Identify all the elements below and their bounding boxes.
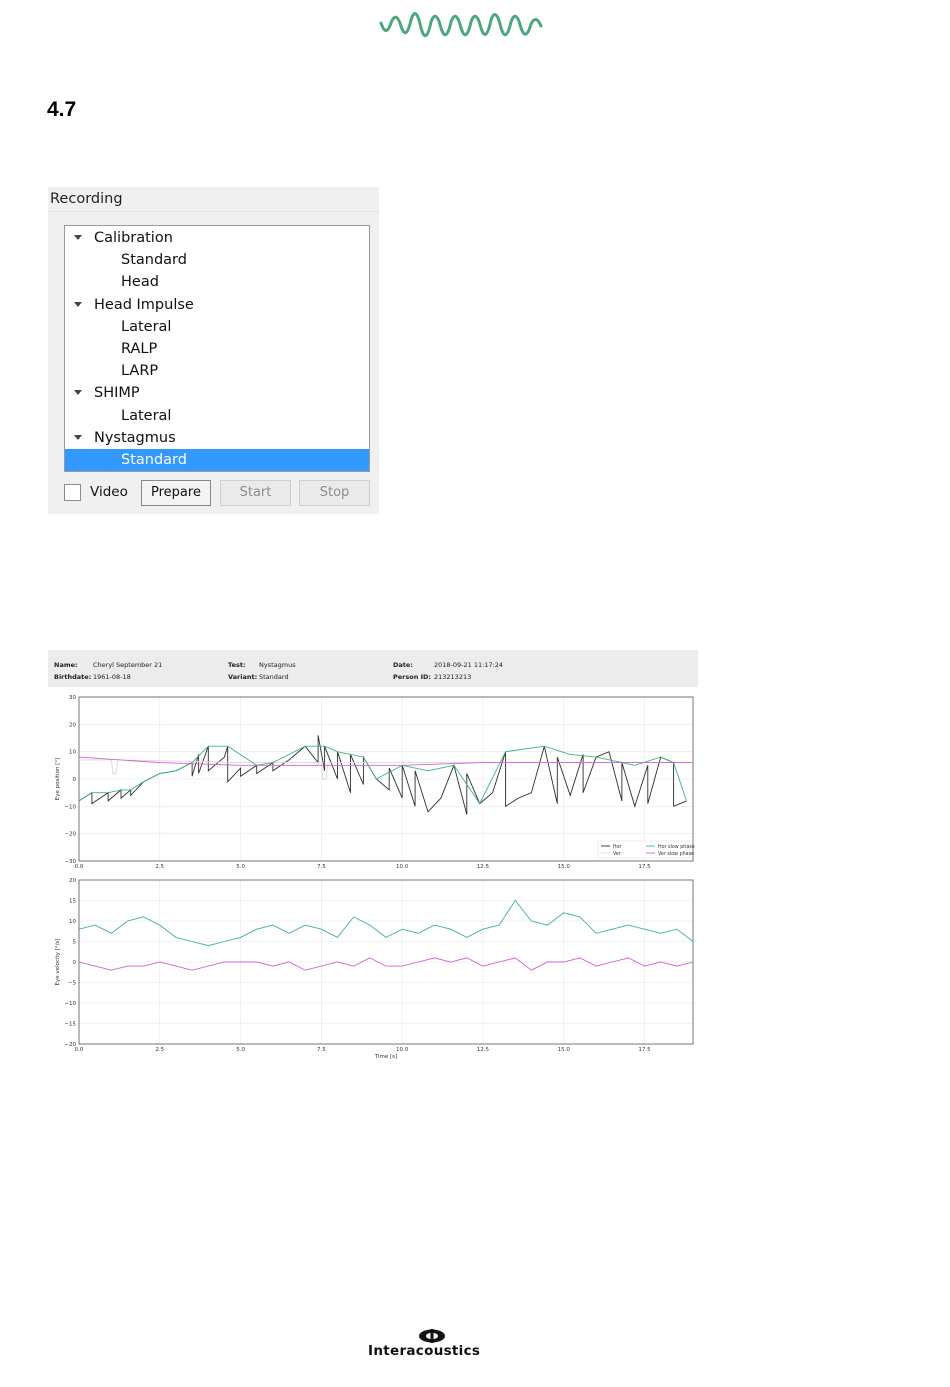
tree-item-label: Nystagmus <box>94 429 176 446</box>
legend-label: Ver slow phase <box>658 851 694 857</box>
x-tick-label: 10.0 <box>396 1047 409 1053</box>
x-tick-label: 12.5 <box>477 864 490 870</box>
tree-item-label: LARP <box>121 363 159 380</box>
brand-name: Interacoustics <box>368 1343 481 1359</box>
y-tick-label: −15 <box>64 1022 76 1028</box>
stop-button[interactable]: Stop <box>299 480 370 506</box>
video-label: Video <box>90 484 128 500</box>
tree-item[interactable]: Standard <box>65 249 369 271</box>
y-tick-label: 5 <box>73 940 77 946</box>
y-tick-label: 20 <box>69 722 76 728</box>
y-axis-label: Eye position [°] <box>55 758 61 800</box>
tree-item-label: RALP <box>121 341 158 357</box>
tree-item[interactable]: Lateral <box>65 316 369 338</box>
birthdate-value: 1961-08-18 <box>93 673 131 681</box>
divider <box>48 211 379 212</box>
tree-item-label: Standard <box>121 252 187 269</box>
recording-tree[interactable]: Calibration Standard Head Head Impulse Later… <box>64 225 370 472</box>
video-checkbox[interactable] <box>64 484 81 501</box>
y-tick-label: 30 <box>69 695 76 701</box>
x-tick-label: 5.0 <box>236 864 245 870</box>
test-label: Test: <box>228 661 246 669</box>
tree-item-label: Lateral <box>121 318 172 335</box>
tree-item-label: Head Impulse <box>94 296 194 313</box>
x-tick-label: 10.0 <box>396 864 409 870</box>
series-line-hor <box>78 735 687 815</box>
x-tick-label: 17.5 <box>638 1047 651 1053</box>
name-label: Name: <box>54 661 78 669</box>
tree-item[interactable]: Lateral <box>65 405 369 427</box>
y-tick-label: 15 <box>69 899 76 905</box>
x-axis-label: Time [s] <box>374 1054 397 1060</box>
tree-item-label: Head <box>121 274 159 291</box>
x-tick-label: 2.5 <box>155 864 164 870</box>
tree-item-label: Lateral <box>121 407 172 424</box>
person-id-label: Person ID: <box>393 673 432 681</box>
report-header: Name: Cheryl September 21 Birthdate: 196… <box>48 650 698 687</box>
y-tick-label: 20 <box>69 878 76 884</box>
expand-arrow-icon[interactable] <box>74 301 82 307</box>
x-tick-label: 5.0 <box>236 1047 245 1053</box>
test-value: Nystagmus <box>259 661 296 669</box>
tree-item[interactable]: Standard <box>65 449 369 471</box>
y-axis-label: Eye velocity [°/s] <box>55 939 61 986</box>
y-tick-label: −10 <box>64 804 76 810</box>
series-line-hor-slow-phase <box>78 745 687 805</box>
recording-title: Recording <box>50 191 123 207</box>
tree-item[interactable]: Head <box>65 271 369 293</box>
tree-item[interactable]: SHIMP <box>65 382 369 404</box>
tree-item-label: SHIMP <box>94 385 140 402</box>
recording-panel: Recording Calibration Standard Head Head Im… <box>48 187 379 514</box>
x-tick-label: 7.5 <box>317 1047 326 1053</box>
birthdate-label: Birthdate: <box>54 673 92 681</box>
expand-arrow-icon[interactable] <box>74 434 82 440</box>
legend-label: Hor slow phase <box>658 844 695 850</box>
start-button[interactable]: Start <box>220 480 291 506</box>
y-tick-label: −10 <box>64 1001 76 1007</box>
nystagmus-report: Name: Cheryl September 21 Birthdate: 196… <box>48 650 700 1068</box>
section-number: 4.7 <box>47 98 77 121</box>
tree-item-label: Calibration <box>94 230 173 246</box>
tree-item[interactable]: RALP <box>65 338 369 360</box>
x-tick-label: 0.0 <box>75 1047 84 1053</box>
y-tick-label: −5 <box>68 981 77 987</box>
x-tick-label: 15.0 <box>558 1047 571 1053</box>
prepare-button[interactable]: Prepare <box>141 480 211 506</box>
eye-movement-charts: 3020100−10−20−300.0 2.5 5.0 7.5 10.0 12.5 15.0… <box>55 695 695 1060</box>
series-line-hor-slow-phase <box>78 899 694 947</box>
x-tick-label: 2.5 <box>155 1047 164 1053</box>
tree-item[interactable]: LARP <box>65 360 369 382</box>
y-tick-label: 10 <box>69 919 76 925</box>
variant-value: Standard <box>259 673 289 681</box>
tree-item[interactable]: Head Impulse <box>65 294 369 316</box>
expand-arrow-icon[interactable] <box>74 390 82 396</box>
x-tick-label: 17.5 <box>638 864 651 870</box>
x-tick-label: 12.5 <box>477 1047 490 1053</box>
y-tick-label: 0 <box>73 777 77 783</box>
date-value: 2018-09-21 11:17:24 <box>434 661 504 669</box>
legend-label: Hor <box>613 844 622 850</box>
x-tick-label: 15.0 <box>558 864 571 870</box>
date-label: Date: <box>393 661 413 669</box>
variant-label: Variant: <box>228 673 258 681</box>
x-tick-label: 7.5 <box>317 864 326 870</box>
waveform-logo-icon <box>379 12 543 38</box>
expand-arrow-icon[interactable] <box>74 235 82 240</box>
y-tick-label: −20 <box>64 832 76 838</box>
tree-item-label: Standard <box>121 452 187 468</box>
y-tick-label: 10 <box>69 750 76 756</box>
series-line-ver-slow-phase <box>78 957 694 971</box>
legend-label: Ver <box>613 851 621 857</box>
name-value: Cheryl September 21 <box>93 661 163 669</box>
x-tick-label: 0.0 <box>75 864 84 870</box>
y-tick-label: 0 <box>73 960 77 966</box>
person-id-value: 213213213 <box>434 673 472 681</box>
tree-item[interactable]: Nystagmus <box>65 427 369 449</box>
tree-item[interactable]: Calibration <box>65 227 369 249</box>
